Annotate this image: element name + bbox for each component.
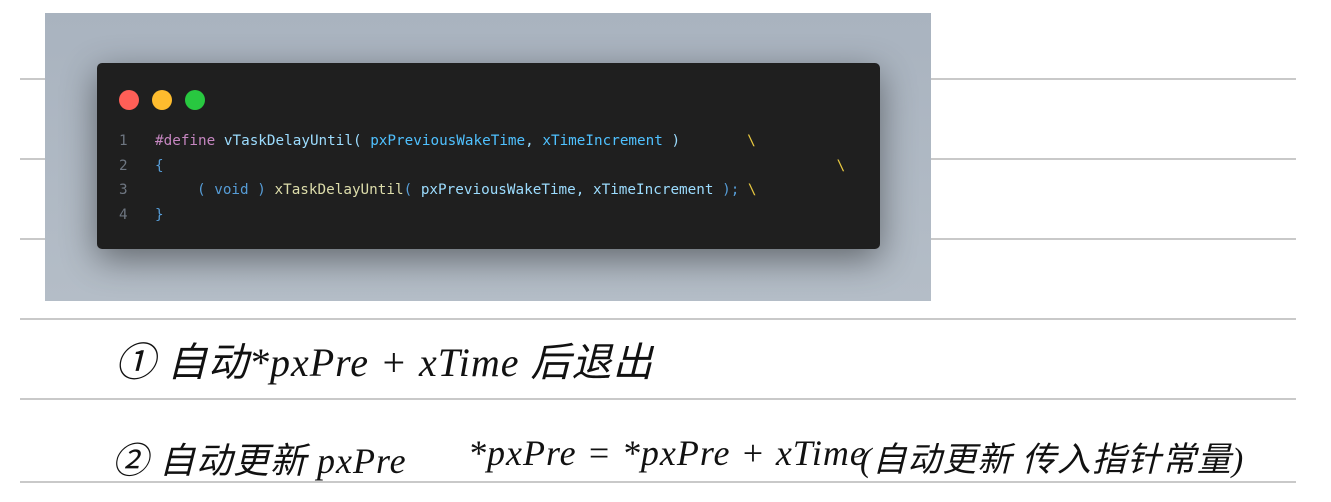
maximize-dot-icon bbox=[185, 90, 205, 110]
code-snippet-image: 1 #define vTaskDelayUntil( pxPreviousWake… bbox=[45, 13, 931, 301]
code-window: 1 #define vTaskDelayUntil( pxPreviousWake… bbox=[97, 63, 880, 249]
code-line: 1 #define vTaskDelayUntil( pxPreviousWake… bbox=[119, 133, 756, 149]
close-dot-icon bbox=[119, 90, 139, 110]
notebook-rule bbox=[20, 318, 1296, 320]
minimize-dot-icon bbox=[152, 90, 172, 110]
code-block: 1 #define vTaskDelayUntil( pxPreviousWake… bbox=[119, 129, 845, 227]
notebook-rule bbox=[20, 398, 1296, 400]
code-line: 4} bbox=[119, 206, 164, 223]
handwritten-note-2b: *pxPre = *pxPre + xTime bbox=[468, 433, 867, 473]
code-line: 3( void ) xTaskDelayUntil( pxPreviousWak… bbox=[119, 182, 757, 199]
code-line: 2{\ bbox=[119, 157, 846, 174]
handwritten-note-2c: (自动更新 传入指针常量) bbox=[860, 442, 1245, 479]
handwritten-note-2a: ② 自动更新 pxPre bbox=[112, 441, 407, 481]
handwritten-note-1: ① 自动*pxPre + xTime 后退出 bbox=[115, 340, 654, 385]
